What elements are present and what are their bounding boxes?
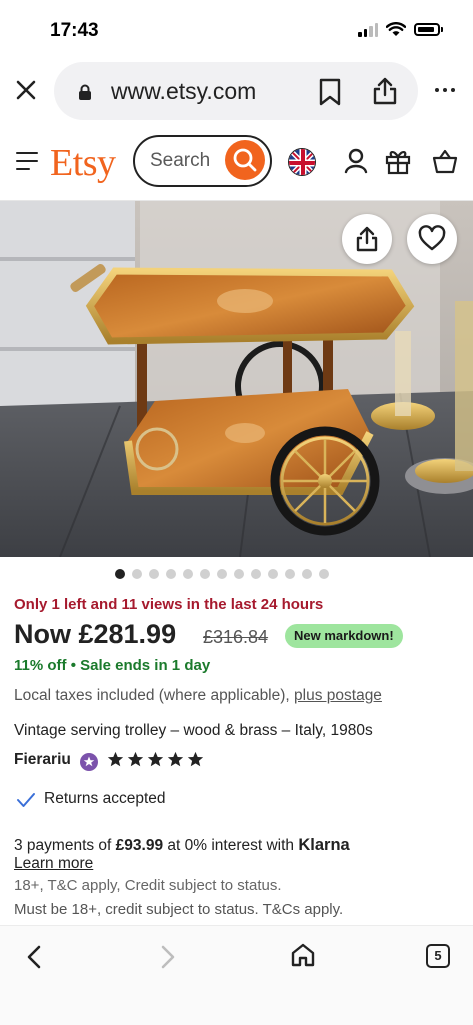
scarcity-notice: Only 1 left and 11 views in the last 24 …: [14, 596, 324, 613]
klarna-offer: 3 payments of £93.99 at 0% interest with…: [14, 836, 350, 855]
close-icon[interactable]: [14, 78, 38, 102]
carousel-dot[interactable]: [200, 569, 210, 579]
learn-more-link[interactable]: Learn more: [14, 855, 93, 873]
back-icon[interactable]: [24, 944, 44, 970]
carousel-dot[interactable]: [115, 569, 125, 579]
star-icon: [127, 751, 144, 767]
bullet-separator: •: [70, 657, 81, 674]
carousel-dots[interactable]: [115, 569, 329, 579]
klarna-mid: at 0% interest with: [167, 837, 295, 854]
fine-print-1: 18+, T&C apply, Credit subject to status…: [14, 877, 282, 894]
star-icon: [167, 751, 184, 767]
current-price: Now £281.99: [14, 619, 177, 649]
product-image[interactable]: [0, 201, 473, 557]
image-share-button[interactable]: [342, 214, 392, 264]
share-icon: [356, 226, 378, 252]
gift-icon[interactable]: [384, 147, 412, 175]
carousel-dot[interactable]: [166, 569, 176, 579]
forward-icon[interactable]: [158, 944, 178, 970]
check-icon: [17, 793, 35, 807]
carousel-dot[interactable]: [285, 569, 295, 579]
signal-icon: [358, 22, 378, 37]
klarna-brand: Klarna: [298, 836, 350, 854]
url-text[interactable]: www.etsy.com: [111, 78, 256, 105]
home-icon[interactable]: [290, 942, 316, 968]
klarna-amount: £93.99: [115, 837, 164, 854]
carousel-dot[interactable]: [183, 569, 193, 579]
markdown-badge: New markdown!: [285, 624, 403, 648]
favorite-button[interactable]: [407, 214, 457, 264]
carousel-dot[interactable]: [234, 569, 244, 579]
wifi-icon: [386, 22, 406, 36]
returns-policy: Returns accepted: [44, 790, 166, 807]
taxes-line: Local taxes included (where applicable),…: [14, 687, 382, 705]
star-icon: [187, 751, 204, 767]
star-seller-icon: [80, 753, 98, 771]
postage-link[interactable]: plus postage: [294, 687, 382, 704]
sale-end: Sale ends in 1 day: [80, 657, 211, 674]
basket-icon[interactable]: [432, 148, 458, 174]
etsy-logo[interactable]: Etsy: [50, 141, 116, 185]
share-icon[interactable]: [372, 76, 398, 106]
heart-icon: [418, 225, 446, 251]
lock-icon: [79, 84, 91, 100]
carousel-dot[interactable]: [217, 569, 227, 579]
status-time: 17:43: [50, 20, 99, 41]
carousel-dot[interactable]: [319, 569, 329, 579]
user-icon[interactable]: [344, 148, 368, 174]
carousel-dot[interactable]: [302, 569, 312, 579]
search-button[interactable]: [225, 140, 265, 180]
carousel-dot[interactable]: [268, 569, 278, 579]
product-title: Vintage serving trolley – wood & brass –…: [14, 722, 373, 739]
taxes-text: Local taxes included (where applicable),: [14, 687, 290, 704]
menu-icon[interactable]: [16, 152, 38, 170]
more-icon[interactable]: [435, 88, 455, 92]
seller-name[interactable]: Fierariu: [14, 751, 71, 769]
rating-stars[interactable]: [107, 751, 204, 768]
tabs-icon[interactable]: 5: [426, 944, 450, 968]
carousel-dot[interactable]: [149, 569, 159, 579]
klarna-prefix: 3 payments of: [14, 837, 112, 854]
browser-bottom-nav: [0, 925, 473, 1025]
star-icon: [147, 751, 164, 767]
carousel-dot[interactable]: [132, 569, 142, 579]
battery-icon: [414, 23, 440, 36]
search-icon: [233, 148, 257, 172]
discount-line: 11% off • Sale ends in 1 day: [14, 657, 210, 674]
carousel-dot[interactable]: [251, 569, 261, 579]
discount-percent: 11% off: [14, 657, 67, 674]
fine-print-2: Must be 18+, credit subject to status. T…: [14, 901, 344, 918]
original-price: £316.84: [203, 627, 269, 647]
search-placeholder[interactable]: Search: [150, 150, 210, 172]
status-icons: [358, 22, 443, 37]
bookmark-icon[interactable]: [318, 78, 342, 106]
uk-flag-icon[interactable]: [288, 148, 316, 176]
star-icon: [107, 751, 124, 767]
